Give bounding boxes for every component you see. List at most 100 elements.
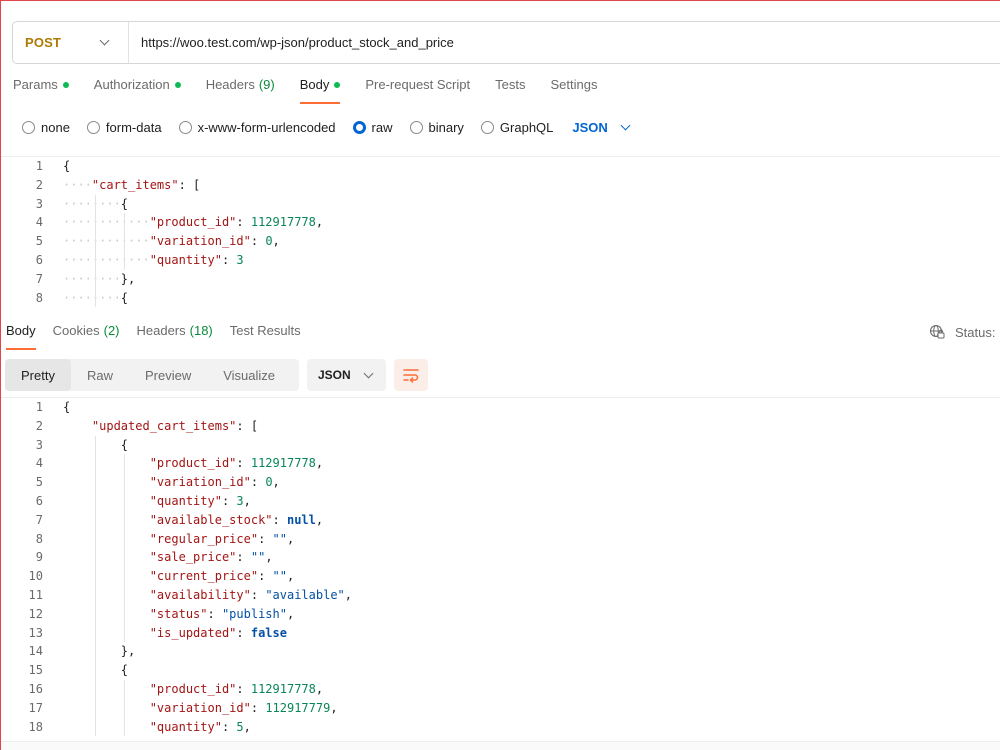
response-tab-body[interactable]: Body [6,323,36,351]
indentation: ············ [63,215,150,230]
indent-guide [123,548,125,568]
status-dot-icon [334,82,341,88]
view-mode-pretty[interactable]: Pretty [5,359,71,391]
code-token: null [286,512,316,527]
indent-guide [123,529,125,549]
code-line: 6 ············"quantity": 3 [1,250,1000,270]
view-mode-preview[interactable]: Preview [129,359,207,391]
wrap-lines-button[interactable] [394,359,428,391]
globe-icon[interactable] [929,324,945,340]
indentation: ········ [63,290,121,305]
line-number: 2 [35,177,43,192]
view-mode-visualize[interactable]: Visualize [207,359,291,391]
code-text: "product_id": 112917778, [43,679,323,699]
request-body-editor[interactable]: 1{2 ····"cart_items": [3 ········{4 ·······… [1,156,1000,311]
response-tab-test-results[interactable]: Test Results [230,323,301,351]
body-type-graphql[interactable]: GraphQL [480,120,553,135]
indent-guide [94,435,96,455]
code-token: "available_stock" [149,512,273,527]
url-input[interactable] [129,22,1000,63]
code-token: , [330,700,338,715]
indent-guide [123,585,125,605]
indent-guide [123,679,125,699]
code-token: 0 [265,475,273,490]
code-token: : [250,700,266,715]
code-token: , [243,493,251,508]
method-select[interactable]: POST [13,22,129,63]
code-token: : [207,606,222,621]
code-line: 3 ········{ [1,194,1000,214]
indent-guide [94,679,96,699]
response-tab-cookies[interactable]: Cookies (2) [53,323,120,351]
response-language-select[interactable]: JSON [307,359,386,391]
code-token: : [221,252,237,267]
radio-icon[interactable] [86,120,100,134]
code-token: 112917778 [250,681,316,696]
tab-body[interactable]: Body [299,77,341,105]
tab-tests[interactable]: Tests [495,77,525,105]
tab-label: Headers [205,77,255,92]
code-token: "" [272,531,287,546]
indentation [63,699,150,718]
line-number: 10 [28,569,43,584]
body-language-select[interactable]: JSON [572,120,631,135]
tab-label: Headers [136,323,186,338]
code-token: 5 [236,719,244,734]
code-token: : [236,625,251,640]
indent-guide [94,491,96,511]
tab-params[interactable]: Params [13,77,69,105]
radio-icon[interactable] [409,120,423,134]
indentation [63,661,121,680]
line-number: 3 [35,196,43,211]
code-token: 112917779 [265,700,331,715]
body-type-form-data[interactable]: form-data [86,120,162,135]
tab-label: Authorization [93,77,170,92]
code-token: , [315,456,324,471]
code-line: 13 "is_updated": false [1,623,1000,643]
code-token: "regular_price" [149,531,259,546]
response-tab-headers[interactable]: Headers (18) [137,323,213,351]
code-token: "updated_cart_items" [91,418,237,433]
code-text: ····"cart_items": [ [43,176,200,195]
code-token: "sale_price" [149,550,237,565]
status-dot-icon [174,82,181,88]
indentation [63,530,150,549]
code-token: : [250,234,266,249]
radio-icon[interactable] [480,120,494,134]
indent-guide [94,604,96,624]
indentation [63,642,121,661]
radio-icon[interactable] [352,120,366,134]
indentation [63,511,150,530]
tab-count: (18) [189,323,213,338]
body-type-binary[interactable]: binary [409,120,464,135]
line-number: 17 [28,700,43,715]
tab-headers[interactable]: Headers (9) [206,77,275,105]
code-line: 4 "product_id": 112917778, [1,454,1000,474]
code-line: 17 "variation_id": 112917779, [1,698,1000,718]
code-text: "product_id": 112917778, [43,454,324,474]
code-line: 2 "updated_cart_items": [ [1,417,1000,436]
body-type-raw[interactable]: raw [352,120,393,135]
radio-icon[interactable] [178,120,192,134]
code-token: { [63,400,71,414]
code-text: "current_price": "", [43,567,294,586]
code-token: 112917778 [250,215,316,230]
radio-icon[interactable] [22,120,35,134]
body-type-none[interactable]: none [22,120,70,135]
view-mode-raw[interactable]: Raw [71,359,129,391]
code-token: "available" [265,587,345,602]
response-body-viewer[interactable]: 1{2 "updated_cart_items": [3 {4 "product… [1,397,1000,737]
tab-settings[interactable]: Settings [550,77,597,105]
code-token: "is_updated" [149,625,237,640]
tab-pre-request-script[interactable]: Pre-request Script [365,77,470,105]
body-type-label: none [41,119,70,135]
indent-guide [123,567,125,586]
code-line: 2 ····"cart_items": [ [1,176,1000,195]
body-type-x-www-form-urlencoded[interactable]: x-www-form-urlencoded [178,120,336,135]
indentation [63,436,121,455]
code-token: , [315,215,324,230]
line-number: 9 [35,550,43,565]
indentation [63,605,150,624]
tab-authorization[interactable]: Authorization [94,77,181,105]
indent-guide [123,473,125,492]
